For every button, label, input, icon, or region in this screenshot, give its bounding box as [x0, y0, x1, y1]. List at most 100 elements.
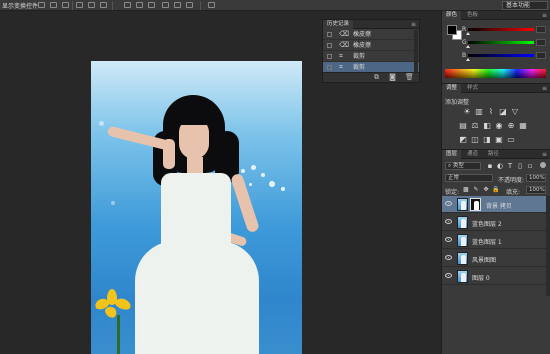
distribute-top-icon[interactable] [124, 2, 131, 8]
align-vcenter-icon[interactable] [50, 2, 57, 8]
workspace-switcher[interactable]: 基本功能 [502, 1, 548, 10]
photo-filter-icon[interactable]: ◉ [495, 122, 503, 130]
layer-row[interactable]: 蓝色图层 1 [442, 232, 546, 249]
align-top-icon[interactable] [38, 2, 45, 8]
lock-all-icon[interactable]: 🔒 [492, 186, 500, 194]
shape-filter-icon[interactable]: ▯ [516, 162, 524, 170]
layer-row[interactable]: 图层 0 [442, 268, 546, 285]
adjustment-filter-icon[interactable]: ◐ [496, 162, 504, 170]
channel-mixer-icon[interactable]: ⊕ [507, 122, 515, 130]
slider-knob[interactable] [466, 32, 470, 35]
layer-name[interactable]: 蓝色图层 2 [472, 219, 502, 228]
layer-name[interactable]: 蓝色图层 1 [472, 237, 502, 246]
tab-layers[interactable]: 图层 [442, 150, 462, 159]
layer-name[interactable]: 风景图图 [472, 255, 496, 264]
layer-row[interactable]: 风景图图 [442, 250, 546, 267]
tab-adjustments[interactable]: 调整 [442, 84, 462, 93]
black-white-icon[interactable]: ◧ [483, 122, 491, 130]
layer-row[interactable]: 蓝色图层 2 [442, 214, 546, 231]
tab-paths[interactable]: 路径 [484, 150, 503, 159]
tab-color[interactable]: 颜色 [442, 11, 462, 20]
new-document-from-state-icon[interactable]: ⧉ [373, 74, 380, 81]
visibility-eye-icon[interactable] [445, 201, 452, 206]
tab-swatches[interactable]: 色板 [463, 11, 482, 20]
history-scrollbar[interactable] [414, 30, 418, 72]
exposure-icon[interactable]: ◪ [499, 108, 507, 116]
opacity-field[interactable]: 100% [526, 174, 546, 182]
snapshot-source-checkbox[interactable] [327, 54, 332, 59]
brightness-contrast-icon[interactable]: ☀ [463, 108, 471, 116]
type-filter-icon[interactable]: T [506, 162, 514, 170]
layer-row-selected[interactable]: 背景 拷贝 [442, 196, 546, 213]
align-bottom-icon[interactable] [62, 2, 69, 8]
history-item[interactable]: ⌗ 裁剪 [323, 51, 419, 62]
trash-icon[interactable]: 🗑 [405, 74, 414, 81]
fill-field[interactable]: 100% [526, 186, 546, 194]
show-transform-controls-label[interactable]: 显示变换控件 [2, 1, 38, 10]
hue-saturation-icon[interactable]: ▤ [459, 122, 467, 130]
pixel-filter-icon[interactable]: ▪ [486, 162, 494, 170]
history-item[interactable]: ⌫ 橡皮擦 [323, 40, 419, 51]
layer-mask-thumbnail[interactable] [470, 198, 481, 211]
levels-icon[interactable]: ▥ [475, 108, 483, 116]
panel-menu-icon[interactable]: ≡ [542, 84, 547, 93]
green-slider-track[interactable] [468, 41, 534, 44]
distribute-vcenter-icon[interactable] [136, 2, 143, 8]
layers-scrollbar[interactable] [546, 196, 550, 296]
snapshot-source-checkbox[interactable] [327, 65, 332, 70]
red-slider[interactable]: R [462, 26, 546, 35]
tab-channels[interactable]: 通道 [463, 150, 482, 159]
tab-history[interactable]: 历史记录 [323, 20, 354, 29]
panel-menu-icon[interactable]: ≡ [542, 150, 547, 159]
lock-transparent-icon[interactable]: ▩ [462, 186, 470, 194]
document-canvas[interactable] [0, 11, 322, 354]
align-right-icon[interactable] [100, 2, 107, 8]
layer-name[interactable]: 图层 0 [472, 273, 490, 282]
camera-snapshot-icon[interactable]: ◙ [389, 74, 396, 81]
distribute-bottom-icon[interactable] [148, 2, 155, 8]
align-hcenter-icon[interactable] [88, 2, 95, 8]
visibility-eye-icon[interactable] [445, 237, 452, 242]
foreground-color-swatch-top[interactable] [447, 25, 457, 35]
snapshot-source-checkbox[interactable] [327, 43, 332, 48]
green-value-field[interactable] [536, 39, 546, 46]
layer-filter-kind-select[interactable]: ⌕ 类型 [445, 162, 481, 170]
invert-icon[interactable]: ◩ [459, 136, 467, 144]
color-balance-icon[interactable]: ⚖ [471, 122, 479, 130]
distribute-hcenter-icon[interactable] [174, 2, 181, 8]
blue-slider[interactable]: B [462, 52, 546, 61]
red-slider-track[interactable] [468, 28, 534, 31]
lock-pixels-icon[interactable]: ✎ [472, 186, 480, 194]
selective-color-icon[interactable]: ▣ [495, 136, 503, 144]
tab-styles[interactable]: 样式 [463, 84, 482, 93]
vibrance-icon[interactable]: ▽ [511, 108, 519, 116]
visibility-eye-icon[interactable] [445, 273, 452, 278]
posterize-icon[interactable]: ◫ [471, 136, 479, 144]
panel-menu-icon[interactable]: ≡ [411, 20, 416, 29]
color-spectrum-bar[interactable] [445, 69, 546, 78]
blue-value-field[interactable] [536, 52, 546, 59]
snapshot-source-checkbox[interactable] [327, 32, 332, 37]
history-item[interactable]: ⌫ 橡皮擦 [323, 29, 419, 40]
smart-object-filter-icon[interactable]: ▫ [526, 162, 534, 170]
lock-position-icon[interactable]: ✥ [482, 186, 490, 194]
filter-toggle-icon[interactable] [540, 162, 546, 168]
distribute-left-icon[interactable] [162, 2, 169, 8]
panel-menu-icon[interactable]: ≡ [542, 11, 547, 20]
visibility-eye-icon[interactable] [445, 219, 452, 224]
blend-mode-select[interactable]: 正常 [445, 174, 493, 182]
green-slider[interactable]: G [462, 39, 546, 48]
threshold-icon[interactable]: ◨ [483, 136, 491, 144]
gradient-map-icon[interactable]: ▭ [507, 136, 515, 144]
curves-icon[interactable]: ⌇ [487, 108, 495, 116]
red-value-field[interactable] [536, 26, 546, 33]
slider-knob[interactable] [466, 58, 470, 61]
visibility-eye-icon[interactable] [445, 255, 452, 260]
auto-align-icon[interactable] [208, 2, 215, 8]
distribute-right-icon[interactable] [186, 2, 193, 8]
align-left-icon[interactable] [76, 2, 83, 8]
blue-slider-track[interactable] [468, 54, 534, 57]
slider-knob[interactable] [466, 45, 470, 48]
layer-name[interactable]: 背景 拷贝 [486, 201, 512, 210]
color-lookup-icon[interactable]: ▦ [519, 122, 527, 130]
